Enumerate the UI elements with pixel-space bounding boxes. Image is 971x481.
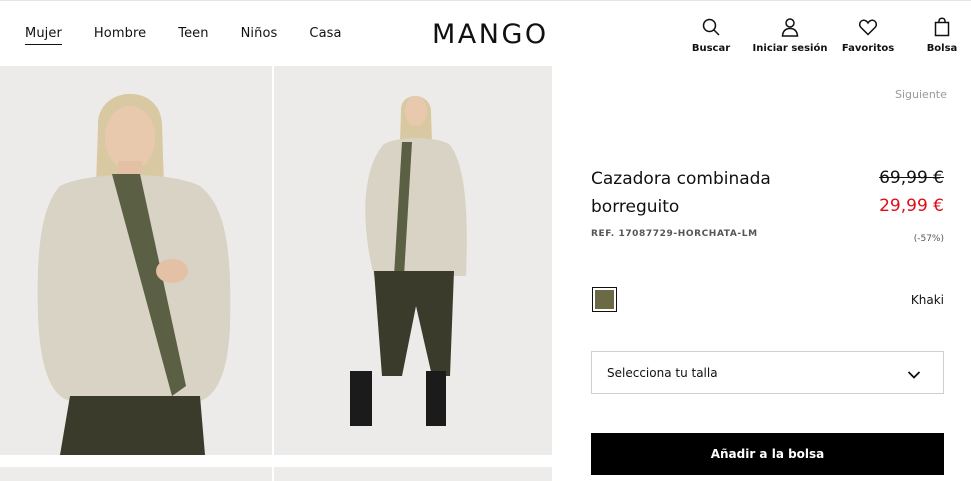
sale-price: 29,99 € (879, 196, 944, 216)
bag-label: Bolsa (926, 43, 958, 54)
nav-item-hombre[interactable]: Hombre (94, 26, 146, 45)
favorites-label: Favoritos (841, 43, 895, 54)
nav-item-teen[interactable]: Teen (178, 26, 208, 45)
size-selector-label: Selecciona tu talla (607, 366, 718, 380)
search-icon (702, 18, 720, 36)
brand-logo[interactable]: MANGO (432, 19, 549, 50)
add-to-bag-button[interactable]: Añadir a la bolsa (591, 433, 944, 475)
original-price: 69,99 € (879, 168, 944, 188)
login-button[interactable]: Iniciar sesión (745, 17, 835, 54)
next-product-link[interactable]: Siguiente (895, 88, 947, 101)
selected-color-name: Khaki (910, 293, 944, 307)
nav-item-ninos[interactable]: Niños (241, 26, 278, 45)
site-header: Mujer Hombre Teen Niños Casa MANGO Busca… (0, 0, 971, 66)
chevron-down-icon (907, 371, 921, 379)
discount-badge: (-57%) (913, 234, 944, 244)
model-full-illustration (274, 66, 552, 455)
product-image-front[interactable] (0, 66, 272, 455)
login-label: Iniciar sesión (752, 43, 828, 54)
product-title: Cazadora combinada borreguito (591, 169, 771, 217)
model-front-illustration (0, 66, 272, 455)
nav-item-casa[interactable]: Casa (309, 26, 341, 45)
color-swatch-khaki[interactable] (592, 287, 617, 312)
size-selector[interactable]: Selecciona tu talla (591, 351, 944, 394)
color-swatch-fill (595, 290, 614, 309)
bag-icon (934, 17, 950, 37)
product-reference: REF. 17087729-HORCHATA-LM (591, 229, 758, 239)
search-label: Buscar (691, 43, 731, 54)
product-image-4[interactable] (274, 467, 552, 481)
heart-icon (858, 19, 878, 36)
bag-button[interactable]: Bolsa (897, 17, 971, 54)
product-image-full[interactable] (274, 66, 552, 455)
product-image-3[interactable] (0, 467, 272, 481)
user-icon (781, 18, 799, 37)
main-nav: Mujer Hombre Teen Niños Casa (25, 26, 342, 45)
search-button[interactable]: Buscar (666, 17, 756, 54)
nav-item-mujer[interactable]: Mujer (25, 26, 62, 45)
